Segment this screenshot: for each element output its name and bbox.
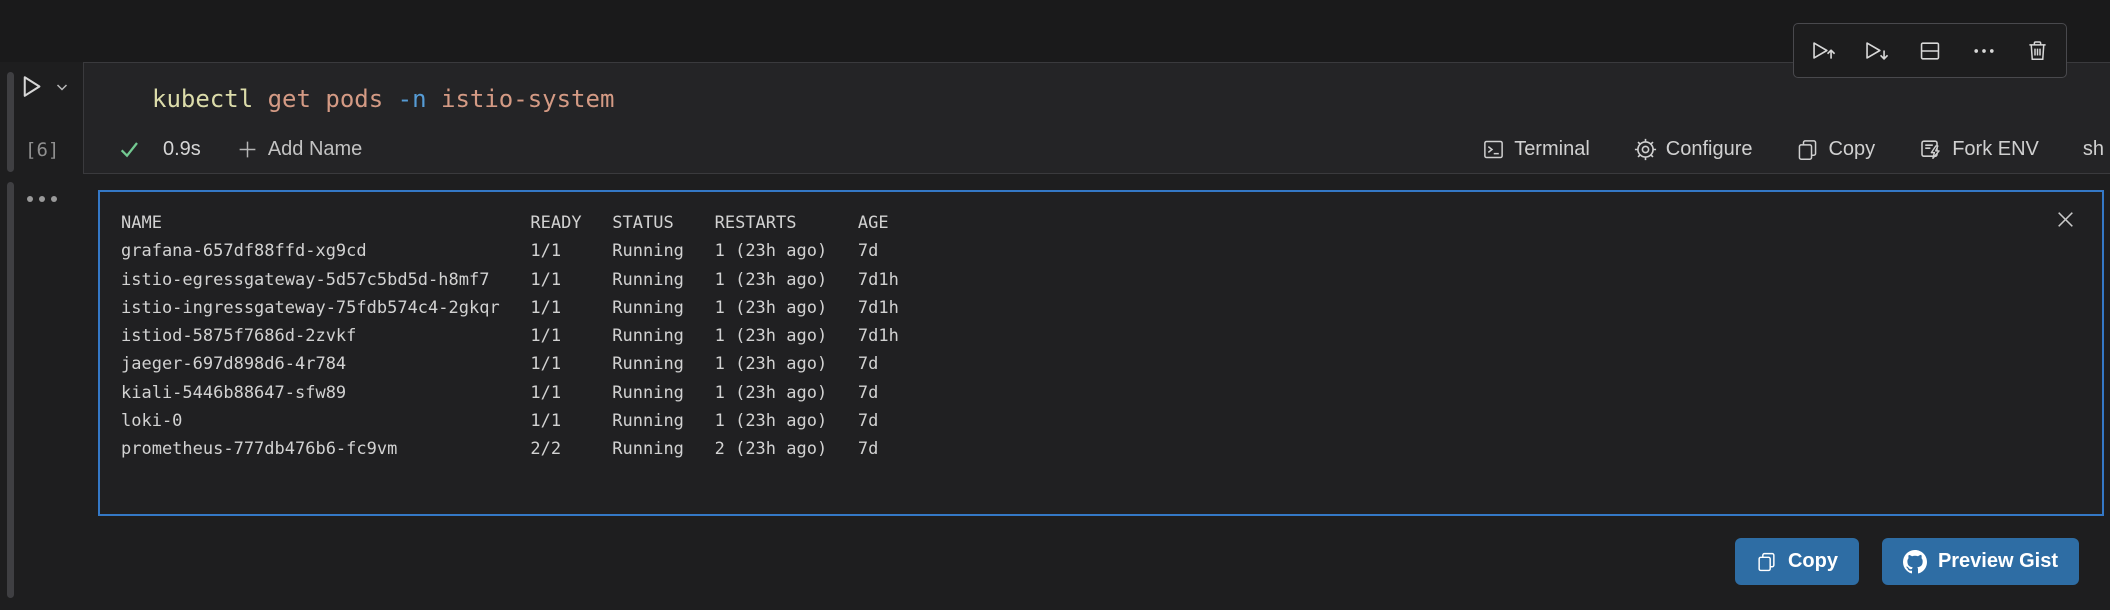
terminal-button[interactable]: Terminal xyxy=(1482,138,1590,161)
add-name-button[interactable]: Add Name xyxy=(237,137,363,161)
cell-focus-bar-code xyxy=(7,72,14,172)
output-row: prometheus-777db476b6-fc9vm 2/2 Running … xyxy=(121,439,879,460)
run-above-icon[interactable] xyxy=(1808,36,1838,66)
output-row: istiod-5875f7686d-2zvkf 1/1 Running 1 (2… xyxy=(121,326,899,347)
code-token: get pods xyxy=(267,85,398,113)
language-selector[interactable]: sh xyxy=(2083,138,2104,161)
status-left-group: 0.9s Add Name xyxy=(117,137,362,161)
cell-status-row: 0.9s Add Name Terminal Configure Copy Fo… xyxy=(84,131,2110,167)
copy-icon xyxy=(1796,138,1819,161)
configure-label: Configure xyxy=(1665,137,1753,160)
play-icon xyxy=(18,72,45,101)
preview-gist-label: Preview Gist xyxy=(1937,550,2058,572)
output-row: jaeger-697d898d6-4r784 1/1 Running 1 (23… xyxy=(121,354,879,375)
output-panel: NAME READY STATUS RESTARTS AGE grafana-65… xyxy=(98,190,2104,516)
code-token: -n xyxy=(397,85,441,113)
output-options-button[interactable] xyxy=(27,196,57,202)
output-footer-actions: Copy Preview Gist xyxy=(1734,538,2079,585)
terminal-icon xyxy=(1482,138,1505,161)
configure-button[interactable]: Configure xyxy=(1634,137,1753,161)
copy-output-button[interactable]: Copy xyxy=(1734,538,1859,585)
copy-command-button[interactable]: Copy xyxy=(1796,138,1875,161)
close-icon[interactable] xyxy=(2054,208,2076,230)
run-cell-button[interactable] xyxy=(18,72,70,101)
code-editor-line[interactable]: kubectl get pods -n istio-system xyxy=(152,84,2110,114)
output-header-line: NAME READY STATUS RESTARTS AGE xyxy=(121,213,889,233)
execution-duration: 0.9s xyxy=(163,137,201,160)
plus-icon xyxy=(237,139,258,160)
output-row: istio-egressgateway-5d57c5bd5d-h8mf7 1/1… xyxy=(121,269,899,290)
more-icon[interactable] xyxy=(1969,36,1999,66)
code-token: istio-system xyxy=(441,85,615,113)
github-icon xyxy=(1902,549,1927,574)
cell-focus-bar-output xyxy=(7,182,14,598)
copy-icon xyxy=(1756,551,1777,572)
terminal-output: NAME READY STATUS RESTARTS AGE grafana-65… xyxy=(100,192,2102,464)
output-row: istio-ingressgateway-75fdb574c4-2gkqr 1/… xyxy=(121,297,899,318)
trash-icon[interactable] xyxy=(2022,36,2052,66)
code-cell: kubectl get pods -n istio-system 0.9s Ad… xyxy=(83,62,2110,174)
split-cell-icon[interactable] xyxy=(1915,36,1945,66)
copy-output-label: Copy xyxy=(1787,550,1838,572)
copy-command-label: Copy xyxy=(1828,137,1876,160)
code-token: kubectl xyxy=(152,85,268,113)
fork-env-label: Fork ENV xyxy=(1952,137,2039,160)
chevron-down-icon[interactable] xyxy=(54,79,70,95)
terminal-label: Terminal xyxy=(1514,137,1590,160)
fork-env-icon xyxy=(1919,137,1943,161)
gear-icon xyxy=(1634,138,1657,161)
status-right-group: Terminal Configure Copy Fork ENV sh xyxy=(1482,137,2104,161)
output-row: kiali-5446b88647-sfw89 1/1 Running 1 (23… xyxy=(121,382,879,403)
output-row: loki-0 1/1 Running 1 (23h ago) 7d xyxy=(121,411,879,432)
preview-gist-button[interactable]: Preview Gist xyxy=(1881,538,2079,585)
run-below-icon[interactable] xyxy=(1862,36,1892,66)
cell-hover-toolbar xyxy=(1793,23,2067,78)
fork-env-button[interactable]: Fork ENV xyxy=(1919,137,2039,161)
add-name-label: Add Name xyxy=(267,137,363,160)
output-row: grafana-657df88ffd-xg9cd 1/1 Running 1 (… xyxy=(121,241,879,262)
execution-count: [6] xyxy=(25,139,60,161)
success-check-icon xyxy=(117,137,141,161)
